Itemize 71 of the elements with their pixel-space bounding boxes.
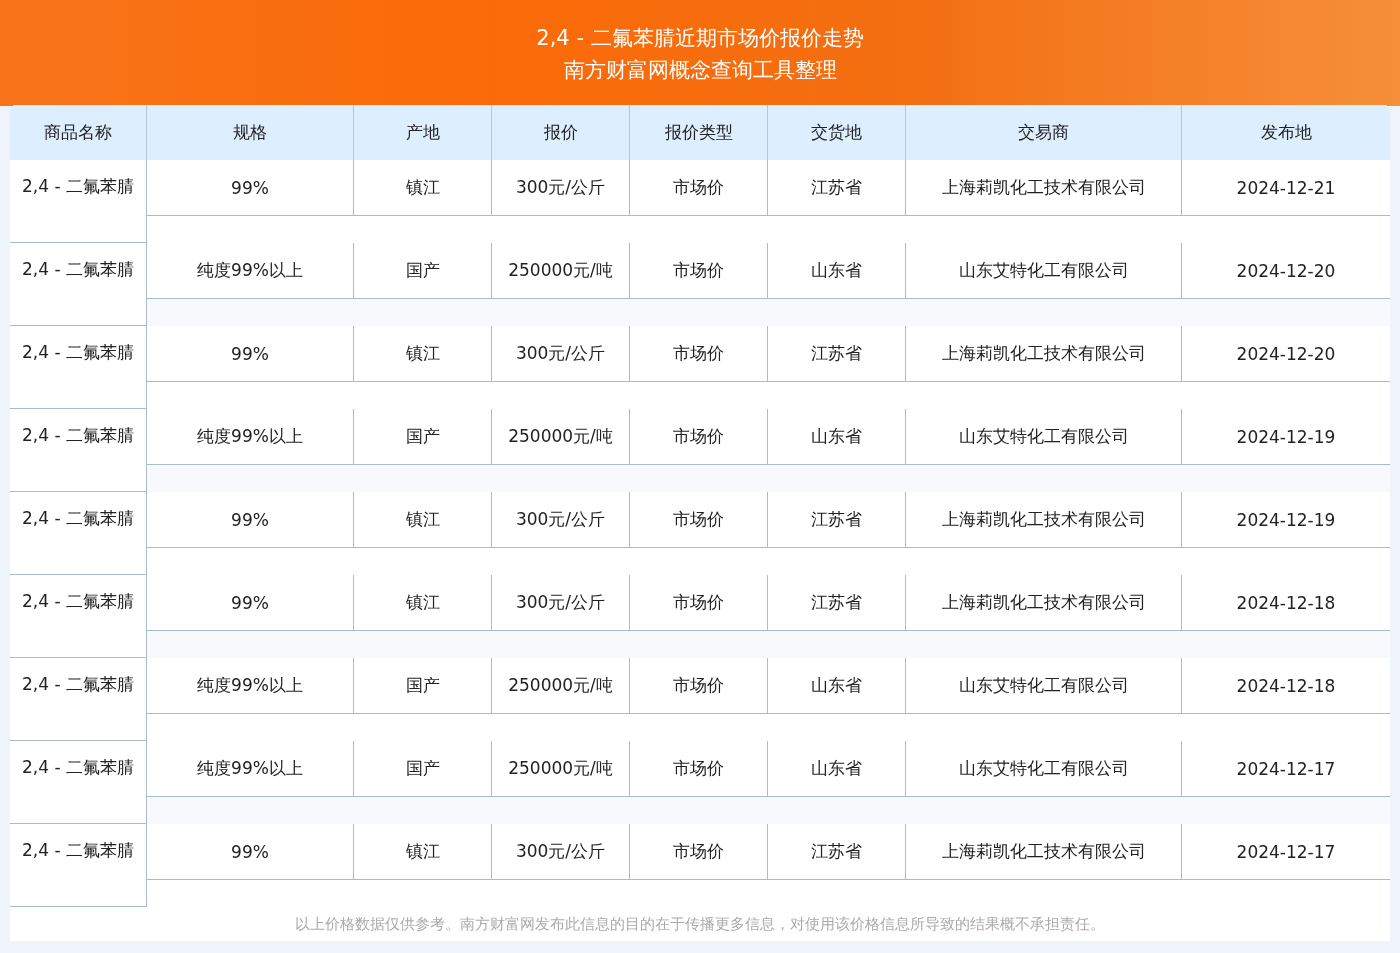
table-cell: 国产 bbox=[354, 741, 492, 797]
table-cell: 山东省 bbox=[768, 658, 906, 714]
table-cell: 上海莉凯化工技术有限公司 bbox=[906, 824, 1182, 880]
table-cell: 镇江 bbox=[354, 824, 492, 880]
table-cell: 江苏省 bbox=[768, 160, 906, 216]
table-cell: 300元/公斤 bbox=[492, 160, 630, 216]
table-cell: 300元/公斤 bbox=[492, 575, 630, 631]
table-cell: 市场价 bbox=[630, 575, 768, 631]
table-cell: 上海莉凯化工技术有限公司 bbox=[906, 326, 1182, 382]
table-cell: 江苏省 bbox=[768, 326, 906, 382]
table-cell: 市场价 bbox=[630, 326, 768, 382]
table-cell: 国产 bbox=[354, 658, 492, 714]
table-cell: 镇江 bbox=[354, 575, 492, 631]
table-cell: 上海莉凯化工技术有限公司 bbox=[906, 492, 1182, 548]
table-cell: 市场价 bbox=[630, 243, 768, 299]
table-cell: 上海莉凯化工技术有限公司 bbox=[906, 160, 1182, 216]
table-cell: 国产 bbox=[354, 243, 492, 299]
table-cell: 2024-12-20 bbox=[1182, 243, 1390, 299]
table-cell: 2,4 - 二氟苯腈 bbox=[10, 326, 147, 409]
table-cell: 300元/公斤 bbox=[492, 824, 630, 880]
table-cell: 2,4 - 二氟苯腈 bbox=[10, 492, 147, 575]
table-cell: 山东省 bbox=[768, 409, 906, 465]
table-cell: 市场价 bbox=[630, 658, 768, 714]
table-cell: 99% bbox=[147, 575, 354, 631]
table-cell: 250000元/吨 bbox=[492, 741, 630, 797]
table-cell: 纯度99%以上 bbox=[147, 243, 354, 299]
column-header: 发布地 bbox=[1259, 121, 1313, 144]
table-cell: 山东艾特化工有限公司 bbox=[906, 658, 1182, 714]
table-cell: 江苏省 bbox=[768, 824, 906, 880]
table-cell: 2024-12-17 bbox=[1182, 741, 1390, 797]
table-cell: 山东省 bbox=[768, 741, 906, 797]
disclaimer-text: 以上价格数据仅供参考。南方财富网发布此信息的目的在于传播更多信息，对使用该价格信息所导致的结果概不承担责任。 bbox=[295, 914, 1105, 934]
table-cell: 纯度99%以上 bbox=[147, 741, 354, 797]
table-cell: 江苏省 bbox=[768, 575, 906, 631]
table-cell: 国产 bbox=[354, 409, 492, 465]
table-cell: 99% bbox=[147, 492, 354, 548]
table-cell: 江苏省 bbox=[768, 492, 906, 548]
table-cell: 山东艾特化工有限公司 bbox=[906, 741, 1182, 797]
table-cell: 山东省 bbox=[768, 243, 906, 299]
table-cell: 2,4 - 二氟苯腈 bbox=[10, 409, 147, 492]
table-cell: 市场价 bbox=[630, 409, 768, 465]
table-cell: 市场价 bbox=[630, 824, 768, 880]
table-cell: 2,4 - 二氟苯腈 bbox=[10, 243, 147, 326]
table-cell: 99% bbox=[147, 160, 354, 216]
page-title: 2,4 - 二氟苯腈近期市场价报价走势 bbox=[536, 25, 864, 52]
table-cell: 250000元/吨 bbox=[492, 409, 630, 465]
table-cell: 纯度99%以上 bbox=[147, 409, 354, 465]
table-cell: 市场价 bbox=[630, 741, 768, 797]
table-cell: 2024-12-19 bbox=[1182, 409, 1390, 465]
table-cell: 镇江 bbox=[354, 326, 492, 382]
table-cell: 上海莉凯化工技术有限公司 bbox=[906, 575, 1182, 631]
table-cell: 镇江 bbox=[354, 160, 492, 216]
table-cell: 2024-12-18 bbox=[1182, 575, 1390, 631]
table-cell: 99% bbox=[147, 326, 354, 382]
table-cell: 山东艾特化工有限公司 bbox=[906, 243, 1182, 299]
table-cell: 300元/公斤 bbox=[492, 326, 630, 382]
table-cell: 2,4 - 二氟苯腈 bbox=[10, 160, 147, 243]
table-cell: 250000元/吨 bbox=[492, 658, 630, 714]
table-cell: 镇江 bbox=[354, 492, 492, 548]
table-cell: 纯度99%以上 bbox=[147, 658, 354, 714]
table-cell: 2,4 - 二氟苯腈 bbox=[10, 658, 147, 741]
table-cell: 市场价 bbox=[630, 160, 768, 216]
table-cell: 250000元/吨 bbox=[492, 243, 630, 299]
table-cell: 99% bbox=[147, 824, 354, 880]
table-cell: 市场价 bbox=[630, 492, 768, 548]
page-subtitle: 南方财富网概念查询工具整理 bbox=[563, 57, 837, 84]
table-cell: 2,4 - 二氟苯腈 bbox=[10, 741, 147, 824]
table-cell: 300元/公斤 bbox=[492, 492, 630, 548]
table-cell: 2,4 - 二氟苯腈 bbox=[10, 824, 147, 907]
table-cell: 2,4 - 二氟苯腈 bbox=[10, 575, 147, 658]
table-cell: 山东艾特化工有限公司 bbox=[906, 409, 1182, 465]
